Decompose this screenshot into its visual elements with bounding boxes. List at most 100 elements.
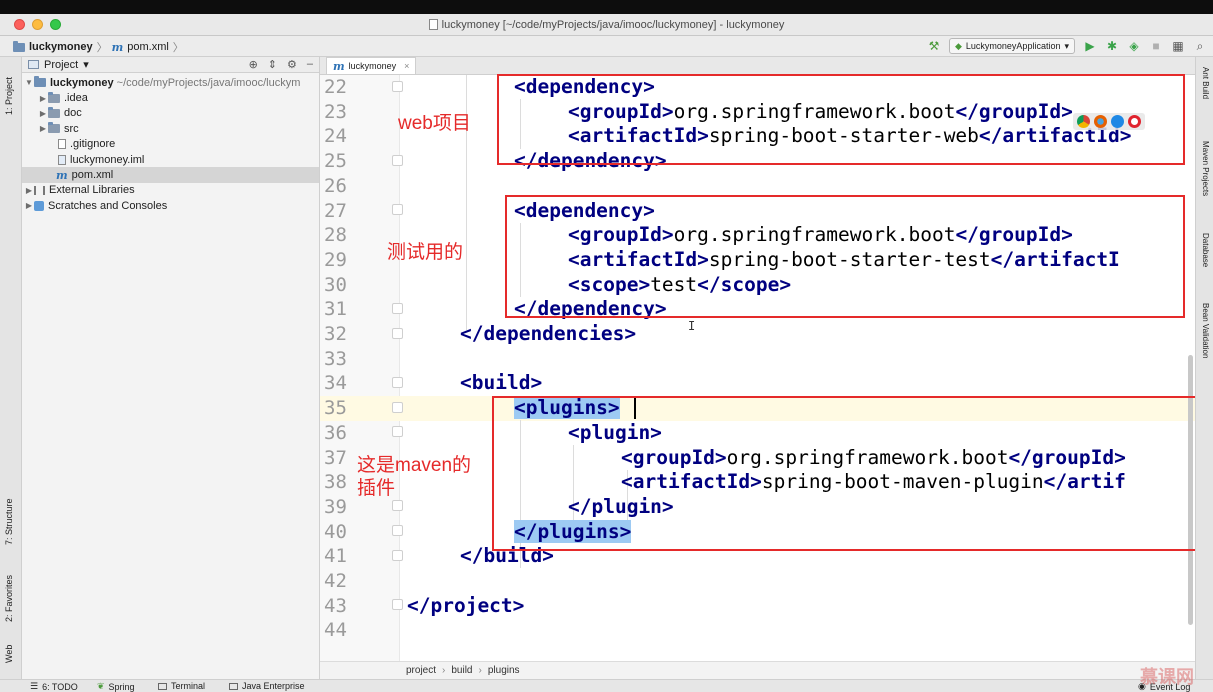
top-strip	[0, 0, 1213, 14]
expand-arrow-icon[interactable]: ▶	[24, 186, 34, 195]
close-icon[interactable]: ×	[404, 61, 409, 71]
expand-arrow-icon[interactable]: ▼	[24, 78, 34, 87]
tab-spring[interactable]: ❦ Spring	[97, 681, 135, 692]
stop-icon[interactable]: ■	[1149, 39, 1163, 53]
fold-marker-icon[interactable]	[392, 525, 403, 536]
folder-icon	[48, 91, 60, 103]
tab-project[interactable]: 1: Project	[4, 77, 14, 115]
tab-maven-projects[interactable]: Maven Projects	[1201, 141, 1210, 196]
tab-label: luckymoney	[348, 61, 397, 71]
collapse-all-icon[interactable]: ⇕	[268, 58, 277, 71]
project-panel-title[interactable]: Project	[44, 59, 78, 71]
breadcrumb-file[interactable]: pom.xml	[127, 41, 169, 53]
chevron-right-icon: ›	[478, 665, 482, 676]
annotation-box-web	[497, 74, 1185, 165]
fold-marker-icon[interactable]	[392, 303, 403, 314]
tab-java-enterprise[interactable]: Java Enterprise	[229, 681, 305, 691]
tree-item-external-libraries[interactable]: ▶ External Libraries	[22, 183, 319, 198]
search-icon[interactable]: ⌕	[1193, 39, 1207, 53]
tree-item-doc[interactable]: ▶ doc	[22, 106, 319, 121]
fold-marker-icon[interactable]	[392, 402, 403, 413]
fold-marker-icon[interactable]	[392, 426, 403, 437]
debug-icon[interactable]: ✱	[1105, 39, 1119, 53]
tree-item-pom[interactable]: m pom.xml	[22, 167, 319, 183]
xml-tag: </project>	[407, 593, 525, 617]
run-icon[interactable]: ▶	[1083, 39, 1097, 53]
expand-arrow-icon[interactable]: ▶	[38, 109, 48, 118]
annotation-test: 测试用的	[387, 242, 464, 263]
breadcrumb-project[interactable]: luckymoney	[29, 41, 93, 53]
spring-icon: ❦	[97, 681, 105, 691]
line-number: 44	[324, 619, 347, 642]
code-line-32: </dependencies>	[460, 322, 636, 347]
run-configuration-select[interactable]: ◆ LuckymoneyApplication ▾	[948, 38, 1075, 54]
xml-breadcrumb-item[interactable]: project	[406, 665, 436, 676]
tab-structure[interactable]: 7: Structure	[4, 498, 14, 545]
tab-label: 6: TODO	[42, 681, 78, 692]
project-structure-icon[interactable]: ▦	[1171, 39, 1185, 53]
xml-breadcrumb: project › build › plugins	[320, 661, 1195, 679]
tree-item-idea[interactable]: ▶ .idea	[22, 90, 319, 105]
editor-tab-bar: m luckymoney ×	[320, 57, 1195, 75]
document-icon	[428, 19, 438, 30]
tree-item-iml[interactable]: luckymoney.iml	[22, 152, 319, 167]
xml-breadcrumb-item[interactable]: plugins	[488, 665, 520, 676]
spring-boot-icon: ◆	[954, 40, 962, 51]
gear-icon[interactable]: ⚙	[287, 58, 297, 71]
chevron-down-icon: ▾	[1064, 40, 1069, 51]
coverage-icon[interactable]: ◈	[1127, 39, 1141, 53]
fold-marker-icon[interactable]	[392, 328, 403, 339]
tab-favorites[interactable]: 2: Favorites	[4, 575, 14, 622]
file-icon	[58, 154, 66, 165]
fold-marker-icon[interactable]	[392, 81, 403, 92]
tab-terminal[interactable]: Terminal	[158, 681, 205, 691]
project-panel: Project ▾ ⊕ ⇕ ⚙ – ▼ luckymoney ~/code/my…	[22, 57, 320, 679]
code-line-34: <build>	[460, 371, 542, 396]
expand-arrow-icon[interactable]: ▶	[38, 124, 48, 133]
tab-label: Terminal	[171, 681, 206, 691]
file-icon	[58, 139, 66, 150]
tab-bean-validation[interactable]: Bean Validation	[1201, 303, 1210, 358]
fold-marker-icon[interactable]	[392, 204, 403, 215]
fold-marker-icon[interactable]	[392, 500, 403, 511]
xml-tag: </dependencies>	[460, 322, 637, 345]
fold-marker-icon[interactable]	[392, 155, 403, 166]
scratch-icon	[34, 200, 44, 211]
fold-marker-icon[interactable]	[392, 550, 403, 561]
tree-item-scratches[interactable]: ▶ Scratches and Consoles	[22, 198, 319, 213]
line-number: 40	[324, 520, 347, 543]
project-panel-header: Project ▾ ⊕ ⇕ ⚙ –	[22, 57, 319, 73]
tab-luckymoney[interactable]: m luckymoney ×	[326, 57, 417, 74]
chevron-down-icon[interactable]: ▾	[83, 58, 89, 71]
tab-ant-build[interactable]: Ant Build	[1201, 67, 1210, 99]
tree-item-label: doc	[64, 107, 82, 120]
folder-icon	[34, 76, 46, 88]
target-icon[interactable]: ⊕	[249, 58, 258, 71]
tree-item-src[interactable]: ▶ src	[22, 121, 319, 136]
tree-item-root[interactable]: ▼ luckymoney ~/code/myProjects/java/imoo…	[22, 75, 319, 90]
build-hammer-icon[interactable]: ⚒	[927, 39, 941, 53]
folder-icon	[48, 122, 60, 134]
line-number: 26	[324, 174, 347, 197]
tree-item-gitignore[interactable]: .gitignore	[22, 137, 319, 152]
maven-icon: m	[333, 59, 345, 73]
line-number: 29	[324, 248, 347, 271]
breadcrumb: luckymoney 〉 m pom.xml 〉	[13, 39, 184, 55]
fold-marker-icon[interactable]	[392, 377, 403, 388]
annotation-box-test	[505, 195, 1185, 318]
tab-todo[interactable]: ☰ 6: TODO	[30, 681, 78, 692]
line-number: 22	[324, 76, 347, 98]
xml-breadcrumb-item[interactable]: build	[451, 665, 472, 676]
line-number: 33	[324, 347, 347, 370]
line-number: 23	[324, 100, 347, 123]
tab-web[interactable]: Web	[4, 645, 14, 663]
editor: m luckymoney × 22 23 24 25 26 27 28 29 3…	[320, 57, 1198, 679]
fold-marker-icon[interactable]	[392, 599, 403, 610]
tab-database[interactable]: Database	[1201, 233, 1210, 267]
ibeam-cursor-icon: I	[688, 319, 696, 333]
expand-arrow-icon[interactable]: ▶	[24, 201, 34, 210]
expand-arrow-icon[interactable]: ▶	[38, 94, 48, 103]
hide-icon[interactable]: –	[307, 58, 313, 71]
line-number: 25	[324, 150, 347, 173]
tab-label: Spring	[108, 681, 135, 692]
